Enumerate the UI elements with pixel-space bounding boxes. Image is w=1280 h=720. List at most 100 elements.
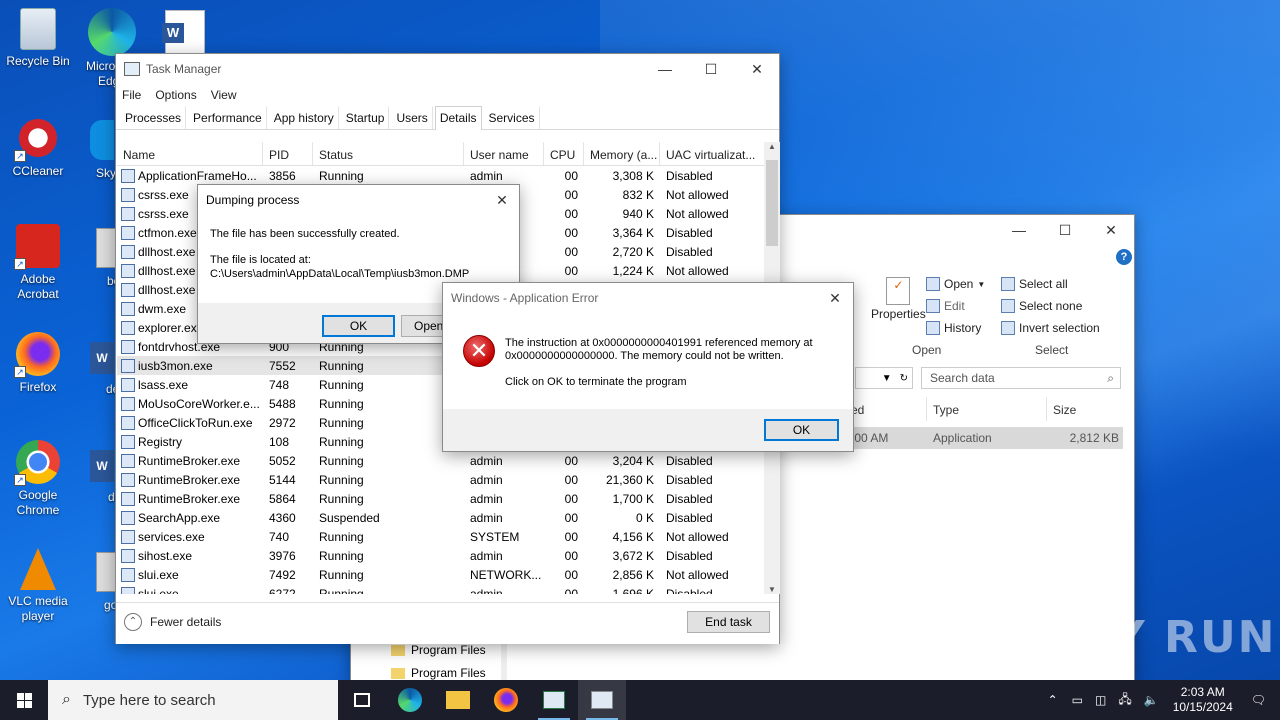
process-name: services.exe: [117, 529, 263, 544]
taskbar-edge[interactable]: [386, 680, 434, 720]
end-task-button[interactable]: End task: [687, 611, 770, 633]
maximize-button[interactable]: ☐: [688, 54, 734, 84]
chevron-down-icon: ▼: [881, 372, 892, 384]
desktop-icon-firefox[interactable]: ↗ Firefox: [0, 332, 76, 395]
close-button[interactable]: ✕: [482, 185, 522, 215]
clock[interactable]: 2:03 AM 10/15/2024: [1165, 685, 1241, 715]
desktop-icon-label: Firefox: [19, 380, 57, 394]
taskbar-file-explorer[interactable]: [434, 680, 482, 720]
minimize-button[interactable]: —: [996, 215, 1042, 245]
desktop-icon-recycle-bin[interactable]: Recycle Bin: [0, 8, 76, 69]
taskbar-task-manager[interactable]: [578, 680, 626, 720]
image-file-icon[interactable]: [96, 228, 116, 268]
column-status[interactable]: Status: [313, 142, 464, 165]
word-doc-icon[interactable]: W: [90, 342, 114, 374]
process-pid: 3976: [269, 548, 296, 563]
close-button[interactable]: ✕: [815, 283, 855, 313]
scroll-down-icon[interactable]: ▼: [764, 585, 780, 594]
taskbar-search[interactable]: ⌕ Type here to search: [48, 680, 338, 720]
edge-icon[interactable]: [88, 8, 136, 56]
table-row[interactable]: SearchApp.exe 4360 Suspended admin 00 0 K Disa…: [117, 508, 765, 527]
process-icon: [121, 263, 135, 278]
address-dropdown[interactable]: ▼ ↻: [855, 367, 913, 389]
help-icon[interactable]: ?: [1116, 249, 1132, 265]
start-button[interactable]: [0, 680, 48, 720]
invert-selection-button[interactable]: Invert selection: [1001, 321, 1100, 335]
table-row[interactable]: RuntimeBroker.exe 5864 Running admin 00 1,700…: [117, 489, 765, 508]
history-button[interactable]: History: [926, 321, 981, 335]
properties-button[interactable]: ✓ Properties: [871, 277, 926, 321]
ok-button[interactable]: OK: [764, 419, 839, 441]
task-view-button[interactable]: [338, 680, 386, 720]
fewer-details-button[interactable]: ⌃ Fewer details: [124, 613, 221, 631]
search-input[interactable]: Search data ⌕: [921, 367, 1121, 389]
column-cpu[interactable]: CPU: [544, 142, 584, 165]
volume-icon[interactable]: 🔈: [1138, 693, 1165, 707]
maximize-button[interactable]: ☐: [1042, 215, 1088, 245]
scrollbar-thumb[interactable]: [766, 160, 778, 246]
tab-details[interactable]: Details: [434, 106, 482, 130]
skype-icon[interactable]: [90, 120, 114, 160]
refresh-icon[interactable]: ↻: [900, 373, 908, 384]
process-cpu: 00: [564, 567, 578, 582]
desktop-icon-chrome[interactable]: ↗ Google Chrome: [0, 440, 76, 518]
column-date[interactable]: ed: [851, 397, 927, 421]
minimize-button[interactable]: —: [642, 54, 688, 84]
column-uac[interactable]: UAC virtualizat...: [660, 142, 765, 165]
nav-scrollbar[interactable]: [501, 639, 507, 685]
desktop-icon-ccleaner[interactable]: ↗ CCleaner: [0, 116, 76, 179]
notification-icon[interactable]: 🗨: [1241, 693, 1280, 707]
chrome-icon: ↗: [14, 440, 60, 486]
table-row[interactable]: slui.exe 6272 Running admin 00 1,696 K Disable…: [117, 584, 765, 594]
tab-processes[interactable]: Processes: [120, 106, 187, 129]
column-type[interactable]: Type: [927, 397, 1047, 421]
meet-now-icon[interactable]: ◫: [1089, 693, 1112, 707]
image-file-icon[interactable]: [96, 552, 116, 592]
open-button[interactable]: Open ▼: [926, 277, 985, 291]
table-row[interactable]: services.exe 740 Running SYSTEM 00 4,156 K Not…: [117, 527, 765, 546]
ok-button[interactable]: OK: [322, 315, 395, 337]
tablet-icon[interactable]: ▭: [1066, 693, 1089, 707]
application-error-dialog[interactable]: Windows - Application Error ✕ ✕ The inst…: [442, 282, 854, 452]
edit-button[interactable]: Edit: [926, 299, 965, 313]
select-none-button[interactable]: Select none: [1001, 299, 1082, 313]
open-icon: [926, 277, 940, 291]
table-row[interactable]: RuntimeBroker.exe 5052 Running admin 00 3,204…: [117, 451, 765, 470]
tab-performance[interactable]: Performance: [188, 106, 267, 129]
menu-options[interactable]: Options: [155, 88, 196, 102]
taskbar-app-window[interactable]: [530, 680, 578, 720]
desktop-icon-vlc[interactable]: VLC media player: [0, 548, 76, 624]
process-icon: [121, 225, 135, 240]
select-all-button[interactable]: Select all: [1001, 277, 1068, 291]
column-memory[interactable]: Memory (a...: [584, 142, 660, 165]
table-row[interactable]: RuntimeBroker.exe 5144 Running admin 00 21,36…: [117, 470, 765, 489]
chevron-up-icon[interactable]: ⌃: [1040, 693, 1066, 707]
menu-view[interactable]: View: [211, 88, 237, 102]
tab-startup[interactable]: Startup: [340, 106, 390, 129]
column-size[interactable]: Size: [1047, 397, 1126, 421]
table-row[interactable]: slui.exe 7492 Running NETWORK... 00 2,856 K No…: [117, 565, 765, 584]
column-pid[interactable]: PID: [263, 142, 313, 165]
tab-services[interactable]: Services: [483, 106, 540, 129]
column-name[interactable]: Name: [117, 142, 263, 165]
file-row[interactable]: :00 AM Application 2,812 KB: [851, 427, 1123, 449]
process-user: admin: [470, 548, 503, 563]
process-name: lsass.exe: [117, 377, 263, 392]
word-doc-icon[interactable]: W: [162, 10, 205, 54]
desktop-icon-acrobat[interactable]: ↗ Adobe Acrobat: [0, 224, 76, 302]
tab-app-history[interactable]: App history: [268, 106, 339, 129]
taskbar-firefox[interactable]: [482, 680, 530, 720]
process-uac: Disabled: [666, 225, 713, 240]
word-doc-icon[interactable]: W: [90, 450, 114, 482]
scroll-up-icon[interactable]: ▲: [764, 142, 780, 151]
close-button[interactable]: ✕: [1088, 215, 1134, 245]
network-icon[interactable]: 🖧: [1112, 690, 1137, 711]
process-memory: 3,364 K: [612, 225, 654, 240]
table-row[interactable]: ApplicationFrameHo... 3856 Running admin 00 3…: [117, 166, 765, 185]
close-button[interactable]: ✕: [734, 54, 780, 84]
tab-users[interactable]: Users: [391, 106, 433, 129]
process-icon: [121, 472, 135, 487]
column-user[interactable]: User name: [464, 142, 544, 165]
menu-file[interactable]: File: [122, 88, 141, 102]
table-row[interactable]: sihost.exe 3976 Running admin 00 3,672 K Disab…: [117, 546, 765, 565]
